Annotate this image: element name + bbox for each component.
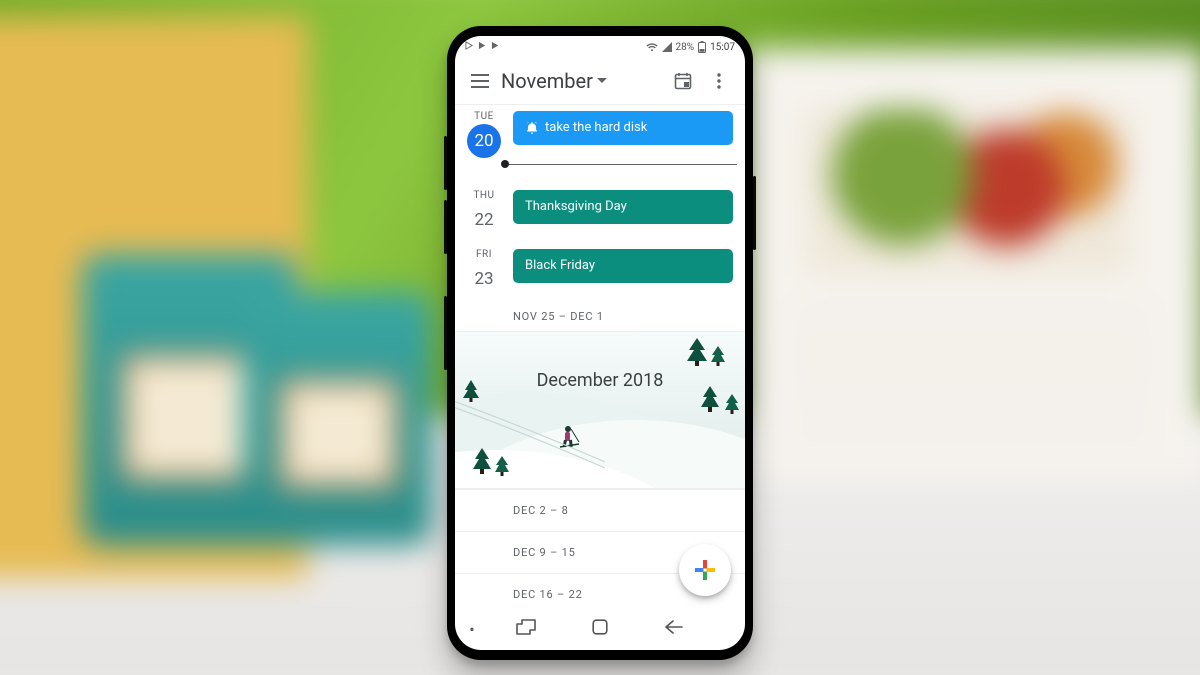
date-column: THU 22: [459, 190, 509, 237]
phone-side-button: [444, 296, 447, 370]
status-right: 28% 15:07: [646, 41, 735, 53]
clock-text: 15:07: [710, 42, 735, 53]
status-bar: 28% 15:07: [455, 36, 745, 58]
now-indicator-dot: [501, 160, 509, 168]
week-range-label[interactable]: DEC 2 – 8: [455, 489, 745, 531]
day-of-week: THU: [459, 190, 509, 201]
more-vert-icon: [717, 73, 721, 89]
event-holiday[interactable]: Thanksgiving Day: [513, 190, 733, 224]
menu-button[interactable]: [465, 74, 495, 88]
phone-device: 28% 15:07 November: [447, 26, 753, 660]
event-reminder[interactable]: take the hard disk: [513, 111, 733, 145]
signal-icon: [662, 42, 672, 52]
nav-recents-button[interactable]: [510, 613, 542, 645]
trail-line: [455, 332, 745, 488]
phone-side-button: [444, 200, 447, 254]
month-label: November: [501, 69, 593, 93]
month-banner-title: December 2018: [455, 370, 745, 391]
nav-home-button[interactable]: [586, 613, 614, 645]
recents-icon: [516, 619, 536, 635]
app-header: November: [455, 58, 745, 104]
chevron-down-icon: [597, 78, 607, 84]
date-column: FRI 23: [459, 249, 509, 296]
day-of-week: TUE: [459, 111, 509, 122]
reminder-icon: [525, 121, 539, 135]
play-store-icon: [478, 41, 487, 53]
plus-multicolor-icon: [693, 558, 717, 582]
week-range-label: NOV 25 – DEC 1: [455, 302, 745, 331]
system-nav-bar: •: [455, 608, 745, 650]
hamburger-icon: [471, 74, 489, 88]
create-event-fab[interactable]: [679, 544, 731, 596]
event-label: take the hard disk: [545, 119, 647, 137]
date-column: TUE 20: [459, 111, 509, 158]
event-label: Thanksgiving Day: [525, 198, 627, 216]
back-icon: [664, 620, 684, 634]
day-row: THU 22 Thanksgiving Day: [455, 184, 745, 243]
status-left: [465, 41, 500, 53]
phone-side-button: [753, 176, 756, 250]
home-icon: [592, 619, 608, 635]
calendar-today-icon: [673, 71, 693, 91]
day-number[interactable]: 23: [467, 262, 501, 296]
wifi-icon: [646, 42, 658, 52]
phone-side-button: [444, 136, 447, 190]
day-row-today: TUE 20 take the hard disk: [455, 105, 745, 164]
more-button[interactable]: [701, 73, 737, 89]
phone-screen: 28% 15:07 November: [455, 36, 745, 650]
day-number-today[interactable]: 20: [467, 124, 501, 158]
nav-back-button[interactable]: [658, 613, 690, 645]
schedule-list[interactable]: TUE 20 take the hard disk THU 22: [455, 104, 745, 608]
month-banner[interactable]: December 2018: [455, 331, 745, 489]
day-of-week: FRI: [459, 249, 509, 260]
today-button[interactable]: [665, 71, 701, 91]
day-row: FRI 23 Black Friday: [455, 243, 745, 302]
play-icon: [465, 41, 474, 53]
play-store-icon: [491, 41, 500, 53]
event-label: Black Friday: [525, 257, 595, 275]
event-holiday[interactable]: Black Friday: [513, 249, 733, 283]
month-dropdown[interactable]: November: [501, 69, 607, 93]
day-number[interactable]: 22: [467, 203, 501, 237]
now-indicator-line: [505, 164, 737, 165]
battery-text: 28%: [676, 42, 695, 53]
battery-icon: [698, 41, 706, 53]
